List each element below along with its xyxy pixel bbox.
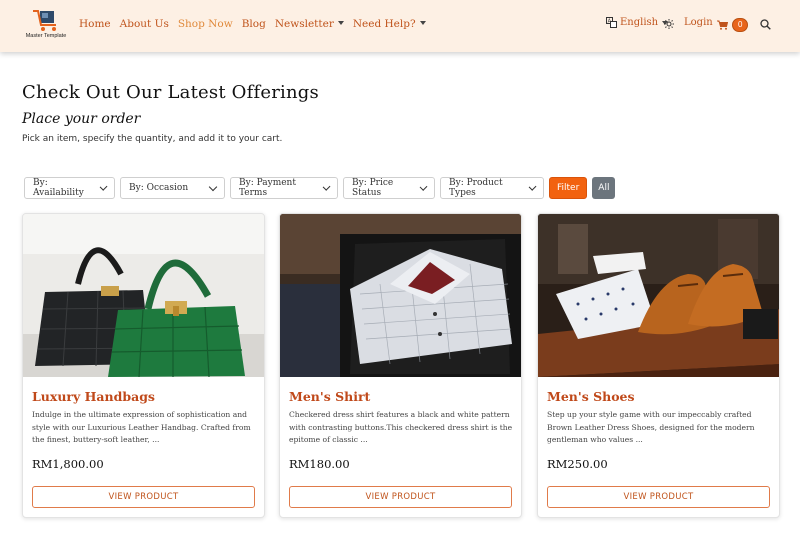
- theme-toggle[interactable]: [664, 19, 674, 29]
- availability-select[interactable]: By: Availability: [24, 177, 115, 199]
- product-price: RM180.00: [289, 457, 350, 471]
- product-price: RM1,800.00: [32, 457, 104, 471]
- chevron-down-icon: [208, 182, 218, 191]
- logo-text: Master Template: [25, 33, 67, 39]
- language-selector[interactable]: A English: [606, 17, 669, 28]
- product-image-handbags[interactable]: [23, 214, 264, 377]
- svg-text:A: A: [608, 18, 612, 24]
- chevron-down-icon: [419, 21, 426, 25]
- product-types-select[interactable]: By: Product Types: [440, 177, 544, 199]
- search-icon: [760, 19, 771, 30]
- page-title: Check Out Our Latest Offerings: [22, 82, 319, 103]
- product-description: Step up your style game with our impecca…: [547, 410, 755, 444]
- product-card-shirt: Men's Shirt Checkered dress shirt featur…: [279, 213, 522, 518]
- nav-need-help: Need Help?: [352, 18, 416, 30]
- all-button[interactable]: All: [592, 177, 616, 199]
- nav-need-help-dropdown[interactable]: Need Help?: [353, 18, 426, 30]
- cart-count-badge: 0: [732, 18, 749, 32]
- nav-about-us[interactable]: About Us: [120, 18, 169, 30]
- product-description: Checkered dress shirt features a black a…: [289, 410, 513, 444]
- page-subtitle: Place your order: [22, 111, 141, 127]
- price-status-select[interactable]: By: Price Status: [343, 177, 435, 199]
- login-link[interactable]: Login: [684, 17, 713, 28]
- view-product-button[interactable]: VIEW PRODUCT: [32, 486, 255, 508]
- payment-terms-select[interactable]: By: Payment Terms: [230, 177, 338, 199]
- search-button[interactable]: [760, 19, 771, 30]
- page-description: Pick an item, specify the quantity, and …: [22, 134, 283, 144]
- product-card-handbags: Luxury Handbags Indulge in the ultimate …: [22, 213, 265, 518]
- chevron-down-icon: [528, 182, 537, 191]
- availability-select-label: By: Availability: [33, 178, 84, 198]
- chevron-down-icon: [322, 182, 331, 191]
- product-price: RM250.00: [547, 457, 608, 471]
- chevron-down-icon: [99, 182, 108, 191]
- nav-blog[interactable]: Blog: [242, 18, 266, 30]
- filter-button[interactable]: Filter: [549, 177, 588, 199]
- chevron-down-icon: [337, 21, 344, 25]
- product-description: Indulge in the ultimate expression of so…: [32, 410, 251, 444]
- product-image-shoes[interactable]: [538, 214, 779, 377]
- nav-newsletter: Newsletter: [274, 18, 334, 30]
- navbar: Master Template Home About Us Shop Now B…: [0, 0, 800, 52]
- theme-sun-icon: [664, 19, 674, 29]
- filter-bar: By: Availability By: Occasion By: Paymen…: [24, 177, 616, 199]
- cart-button[interactable]: 0: [717, 18, 749, 32]
- product-image-shirt[interactable]: [280, 214, 521, 377]
- product-title[interactable]: Men's Shoes: [547, 389, 635, 404]
- cart-icon: [717, 20, 728, 30]
- language-label: English: [620, 17, 659, 28]
- product-card-shoes: Men's Shoes Step up your style game with…: [537, 213, 780, 518]
- occasion-select-label: By: Occasion: [129, 183, 189, 193]
- logo[interactable]: Master Template: [20, 8, 72, 44]
- price-status-select-label: By: Price Status: [352, 178, 394, 198]
- main-menu: Home About Us Shop Now Blog Newsletter N…: [79, 18, 426, 30]
- chevron-down-icon: [419, 182, 428, 191]
- translate-icon: A: [606, 17, 617, 28]
- cart-logo-icon: [33, 10, 56, 31]
- view-product-button[interactable]: VIEW PRODUCT: [547, 486, 770, 508]
- payment-terms-select-label: By: Payment Terms: [239, 178, 296, 198]
- view-product-button[interactable]: VIEW PRODUCT: [289, 486, 512, 508]
- product-title[interactable]: Luxury Handbags: [32, 389, 155, 404]
- product-types-select-label: By: Product Types: [449, 178, 503, 198]
- product-title[interactable]: Men's Shirt: [289, 389, 370, 404]
- nav-newsletter-dropdown[interactable]: Newsletter: [275, 18, 344, 30]
- nav-home[interactable]: Home: [79, 18, 111, 30]
- nav-shop-now[interactable]: Shop Now: [178, 18, 233, 30]
- occasion-select[interactable]: By: Occasion: [120, 177, 225, 199]
